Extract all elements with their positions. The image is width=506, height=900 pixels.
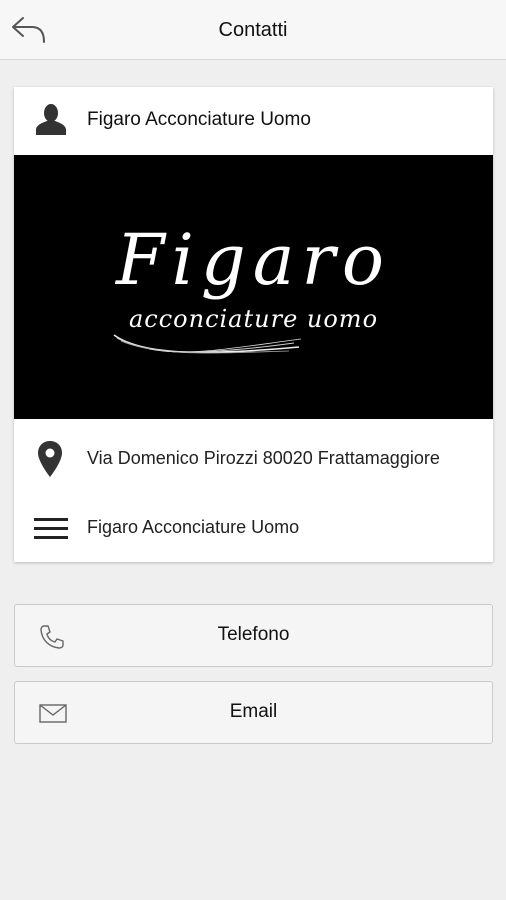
- business-name-row: Figaro Acconciature Uomo: [14, 87, 493, 154]
- phone-button[interactable]: Telefono: [14, 604, 493, 667]
- description-row: Figaro Acconciature Uomo: [14, 495, 493, 562]
- page-title: Contatti: [218, 19, 288, 41]
- email-button[interactable]: Email: [14, 681, 493, 744]
- person-icon: [36, 104, 66, 135]
- phone-label: Telefono: [217, 624, 290, 645]
- map-pin-icon: [38, 441, 62, 477]
- logo-subtitle: acconciature uomo: [128, 305, 379, 333]
- description-text: Figaro Acconciature Uomo: [87, 517, 300, 537]
- email-label: Email: [229, 701, 278, 722]
- top-bar: Contatti: [0, 0, 506, 60]
- menu-lines-icon: [34, 518, 68, 539]
- business-logo: Figaro acconciature uomo: [14, 155, 493, 419]
- logo-swoosh: [113, 334, 302, 354]
- contact-card: Figaro Acconciature Uomo Figaro acconcia…: [14, 87, 493, 562]
- business-name: Figaro Acconciature Uomo: [87, 109, 311, 130]
- address-text: Via Domenico Pirozzi 80020 Frattamaggior…: [87, 448, 440, 468]
- address-row[interactable]: Via Domenico Pirozzi 80020 Frattamaggior…: [14, 420, 493, 495]
- logo-title: Figaro: [115, 219, 392, 301]
